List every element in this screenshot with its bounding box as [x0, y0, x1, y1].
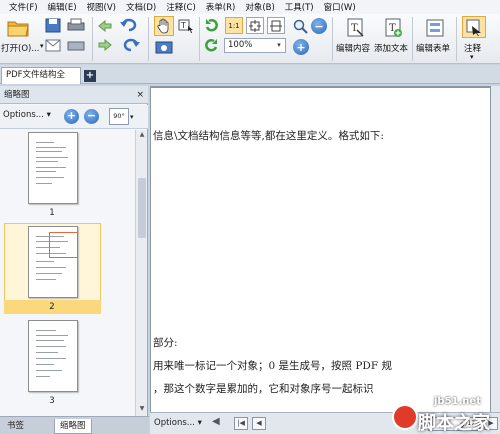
tab-thumbnails[interactable]: 缩略图 [54, 419, 92, 434]
panel-title: 缩略图 [4, 90, 30, 100]
open-folder-icon[interactable] [6, 17, 30, 39]
thumbnail-label-2: 2 [49, 302, 55, 312]
edit-form-button[interactable]: 编辑表单 [416, 42, 450, 54]
document-view[interactable]: 信息\文档结构信息等等,都在这里定义。格式如下: 部分: 用来唯一标记一个对象；… [150, 86, 500, 412]
thumbnail-panel: 缩略图 × Options... ▾ + − 90° ▾ 1 2 3 ▲ ▼ [0, 86, 148, 416]
svg-text:T: T [351, 23, 358, 34]
scroll-down-icon[interactable]: ▼ [136, 405, 148, 415]
document-scrollbar[interactable] [491, 86, 500, 412]
tab-document[interactable]: PDF文件结构全 [1, 67, 81, 84]
menu-document[interactable]: 文档(D) [121, 1, 161, 13]
back-arrow-icon[interactable] [97, 19, 113, 33]
fit-page-icon[interactable] [246, 17, 264, 34]
doc-line-3: 用来唯一标记一个对象；0 是生成号，按照 PDF 规 [153, 360, 392, 372]
menu-comment[interactable]: 注释(C) [161, 1, 201, 13]
thumbnail-label-3: 3 [49, 396, 55, 406]
rotate-90-button[interactable]: 90° [109, 108, 129, 125]
open-dropdown-icon[interactable]: ▾ [40, 42, 44, 50]
comment-dropdown-icon[interactable]: ▾ [470, 53, 474, 61]
edit-content-button[interactable]: 编辑内容 [336, 42, 370, 54]
watermark-text: 脚本之家 [418, 413, 490, 434]
email-icon[interactable] [44, 37, 62, 53]
menu-object[interactable]: 对象(B) [240, 1, 279, 13]
thumbnail-page-3[interactable] [28, 320, 78, 392]
prev-page-icon[interactable]: ◀ [252, 417, 266, 430]
actual-size-icon[interactable]: 1:1 [225, 17, 243, 34]
scan-icon[interactable] [66, 37, 86, 53]
select-text-icon[interactable]: T [177, 18, 195, 34]
undo-icon[interactable] [119, 17, 141, 33]
open-button[interactable]: 打开(O)... [1, 42, 39, 54]
thumbnail-list: 1 2 3 [0, 130, 134, 416]
panel-tabs: 书签 缩略图 [0, 416, 149, 434]
viewport-indicator[interactable] [49, 232, 78, 258]
menu-tools[interactable]: 工具(T) [280, 1, 319, 13]
save-icon[interactable] [44, 17, 62, 33]
toolbar: 打开(O)... ▾ T 1:1 100% ▾ − + T 编辑内容 T 添加文… [0, 14, 500, 64]
status-options-button[interactable]: Options... ▾ [154, 418, 202, 428]
thumbnail-label-1: 1 [49, 208, 55, 218]
snapshot-icon[interactable] [154, 39, 174, 55]
sound-icon[interactable]: ◀ [212, 416, 220, 427]
thumb-zoom-in-icon[interactable]: + [64, 109, 79, 124]
add-text-icon[interactable]: T [382, 17, 404, 39]
panel-options-button[interactable]: Options... ▾ [3, 110, 51, 120]
menu-form[interactable]: 表单(R) [201, 1, 241, 13]
new-tab-button[interactable]: + [84, 70, 96, 82]
site-logo-icon [392, 404, 418, 430]
panel-header: 缩略图 × [0, 86, 148, 104]
zoom-select[interactable]: 100% ▾ [224, 38, 286, 53]
menu-edit[interactable]: 编辑(E) [43, 1, 82, 13]
menu-view[interactable]: 视图(V) [82, 1, 121, 13]
edit-content-icon[interactable]: T [344, 17, 366, 39]
panel-toolbar: Options... ▾ + − 90° ▾ [0, 105, 148, 129]
zoom-out-icon[interactable]: − [311, 18, 327, 34]
add-text-button[interactable]: 添加文本 [374, 42, 408, 54]
scroll-thumb[interactable] [138, 178, 146, 238]
tab-bookmarks[interactable]: 书签 [2, 419, 29, 434]
forward-arrow-icon[interactable] [97, 38, 113, 52]
site-watermark: jb51.net 脚本之家 [388, 396, 500, 434]
thumb-zoom-out-icon[interactable]: − [84, 109, 99, 124]
edit-form-icon[interactable] [424, 17, 446, 39]
zoom-tool-icon[interactable] [292, 18, 308, 34]
panel-close-icon[interactable]: × [136, 86, 144, 104]
doc-line-2: 部分: [153, 337, 178, 349]
print-icon[interactable] [66, 17, 86, 33]
menu-bar: 文件(F) 编辑(E) 视图(V) 文档(D) 注释(C) 表单(R) 对象(B… [0, 0, 500, 14]
zoom-dropdown-icon[interactable]: ▾ [274, 40, 284, 51]
thumbnail-scrollbar[interactable]: ▲ ▼ [135, 130, 147, 416]
zoom-in-icon[interactable]: + [293, 39, 309, 55]
menu-window[interactable]: 窗口(W) [319, 1, 361, 13]
menu-file[interactable]: 文件(F) [4, 1, 43, 13]
comment-tool-icon[interactable] [462, 16, 486, 38]
thumbnail-page-1[interactable] [28, 132, 78, 204]
rotate-ccw-icon[interactable] [203, 37, 219, 53]
document-tab-bar: PDF文件结构全 + [0, 65, 500, 84]
redo-icon[interactable] [119, 37, 141, 53]
first-page-icon[interactable]: |◀ [234, 417, 248, 430]
watermark-url: jb51.net [434, 396, 481, 407]
rotate-dropdown-icon[interactable]: ▾ [130, 113, 134, 121]
thumbnail-page-2[interactable] [28, 226, 78, 298]
rotate-cw-icon[interactable] [203, 17, 219, 33]
doc-line-4: ，那这个数字是累加的，它和对象序号一起标识 [153, 383, 374, 395]
scroll-up-icon[interactable]: ▲ [136, 131, 148, 141]
zoom-value: 100% [228, 40, 253, 50]
svg-text:T: T [180, 21, 186, 30]
doc-line-1: 信息\文档结构信息等等,都在这里定义。格式如下: [153, 130, 384, 142]
hand-tool-icon[interactable] [154, 16, 174, 36]
fit-width-icon[interactable] [267, 17, 285, 34]
document-page[interactable]: 信息\文档结构信息等等,都在这里定义。格式如下: 部分: 用来唯一标记一个对象；… [151, 88, 490, 412]
